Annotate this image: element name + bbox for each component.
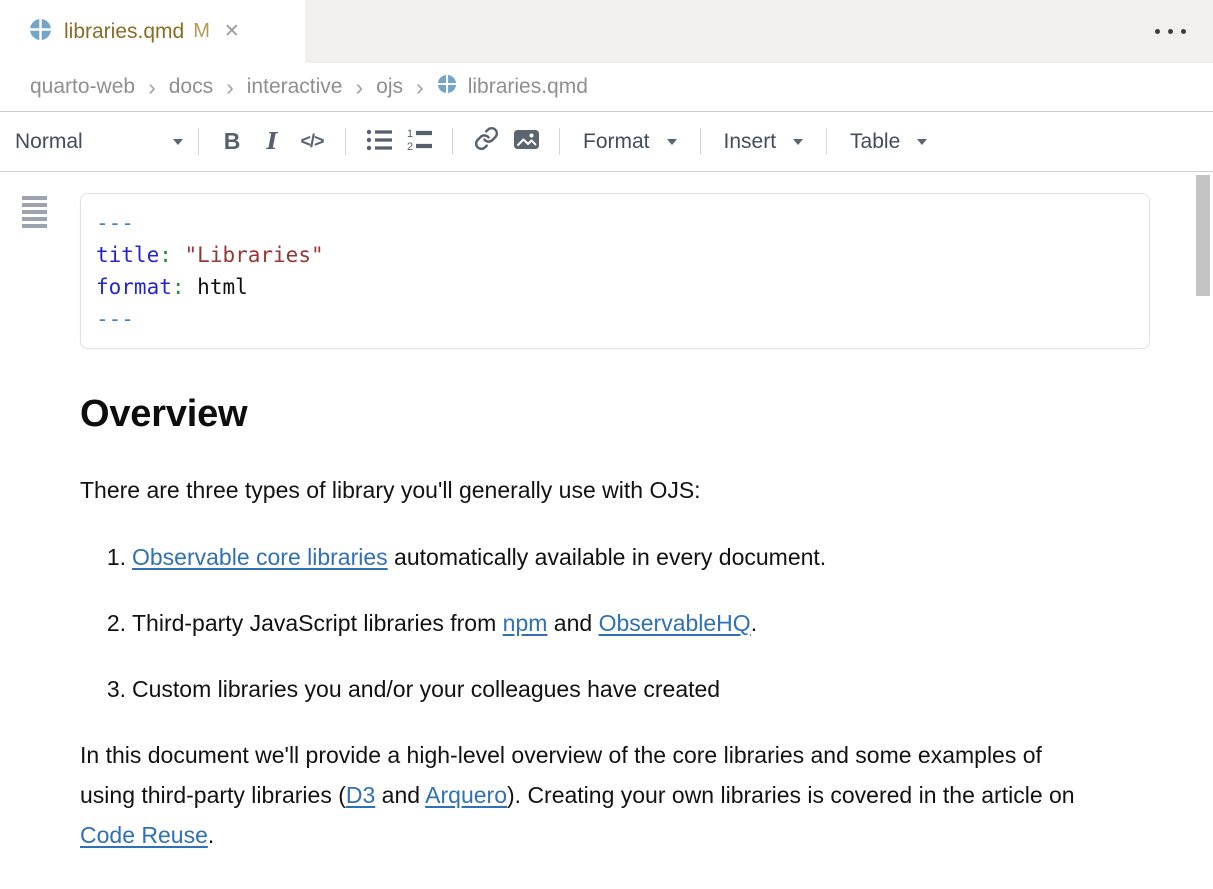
breadcrumb-item-docs[interactable]: docs (169, 75, 213, 99)
quarto-logo-icon (437, 74, 457, 100)
list-item: 3.Custom libraries you and/or your colle… (80, 669, 1150, 709)
code-token (185, 275, 198, 299)
code-line: title: "Libraries" (96, 239, 1134, 271)
breadcrumb-item-interactive[interactable]: interactive (247, 75, 343, 99)
code-line: --- (96, 207, 1134, 239)
list-item-number: 2. (100, 603, 126, 643)
code-token: format (96, 275, 172, 299)
code-token: html (197, 275, 248, 299)
code-token (172, 243, 185, 267)
tab-title: libraries.qmd (64, 20, 184, 44)
code-button[interactable]: </> (292, 123, 332, 161)
more-options-icon[interactable] (1155, 29, 1186, 34)
toolbar-divider (345, 128, 346, 155)
code-line: --- (96, 303, 1134, 335)
document-body: ---title: "Libraries"format: html--- Ove… (80, 193, 1150, 878)
paragraph-style-select[interactable]: Normal (13, 126, 185, 158)
section-heading: Overview (80, 393, 1150, 436)
format-menu-label: Format (583, 130, 650, 154)
breadcrumb-current-label: libraries.qmd (468, 75, 588, 99)
code-line: format: html (96, 271, 1134, 303)
chevron-right-icon: › (416, 74, 424, 101)
intro-paragraph: There are three types of library you'll … (80, 470, 1150, 510)
text-segment: ). Creating your own libraries is covere… (507, 782, 1075, 808)
numbered-list-button[interactable]: 1 2 (399, 123, 439, 161)
tab-libraries-qmd[interactable]: libraries.qmd M ✕ (0, 0, 305, 63)
link-button[interactable] (466, 123, 506, 161)
bullet-list-button[interactable] (359, 123, 399, 161)
doc-link[interactable]: Code Reuse (80, 822, 208, 848)
numbered-list-icon: 1 2 (406, 127, 433, 157)
toolbar-divider (198, 128, 199, 155)
doc-link[interactable]: ObservableHQ (599, 610, 751, 636)
chevron-right-icon: › (148, 74, 156, 101)
text-segment: Third-party JavaScript libraries from (132, 610, 503, 636)
table-menu[interactable]: Table (840, 126, 937, 158)
doc-link[interactable]: npm (503, 610, 548, 636)
vertical-scrollbar-thumb[interactable] (1196, 175, 1210, 296)
list-item: 1.Observable core libraries automaticall… (80, 537, 1150, 577)
breadcrumb-item-quarto-web[interactable]: quarto-web (30, 75, 135, 99)
chevron-right-icon: › (355, 74, 363, 101)
breadcrumb-current-file[interactable]: libraries.qmd (437, 74, 588, 100)
library-type-list: 1.Observable core libraries automaticall… (80, 537, 1150, 709)
chevron-down-icon (173, 139, 183, 145)
quarto-logo-icon (29, 18, 52, 46)
list-item-text: Third-party JavaScript libraries from np… (132, 603, 757, 643)
editor-canvas[interactable]: ---title: "Libraries"format: html--- Ove… (0, 172, 1213, 889)
svg-text:1: 1 (407, 128, 413, 140)
bold-button[interactable]: B (212, 123, 252, 161)
chevron-right-icon: › (226, 74, 234, 101)
list-item-number: 1. (100, 537, 126, 577)
code-token: : (159, 243, 172, 267)
code-token: title (96, 243, 159, 267)
list-item: 2.Third-party JavaScript libraries from … (80, 603, 1150, 643)
block-drag-handle-icon[interactable] (22, 196, 47, 228)
text-segment: and (375, 782, 425, 808)
breadcrumb-item-ojs[interactable]: ojs (376, 75, 403, 99)
list-item-text: Custom libraries you and/or your colleag… (132, 669, 720, 709)
doc-link[interactable]: D3 (346, 782, 375, 808)
toolbar-divider (452, 128, 453, 155)
close-icon[interactable]: ✕ (224, 22, 240, 41)
link-icon (474, 126, 499, 157)
yaml-front-matter-block[interactable]: ---title: "Libraries"format: html--- (80, 193, 1150, 349)
outro-paragraph: In this document we'll provide a high-le… (80, 735, 1092, 855)
toolbar-divider (826, 128, 827, 155)
code-token: : (172, 275, 185, 299)
paragraph-style-value: Normal (15, 130, 83, 154)
insert-menu-label: Insert (724, 130, 777, 154)
doc-link[interactable]: Observable core libraries (132, 544, 388, 570)
tab-bar: libraries.qmd M ✕ (0, 0, 1213, 63)
modified-badge: M (193, 20, 210, 43)
image-button[interactable] (506, 123, 546, 161)
toolbar-divider (559, 128, 560, 155)
svg-text:2: 2 (407, 141, 413, 151)
format-menu[interactable]: Format (573, 126, 687, 158)
text-segment: . (208, 822, 214, 848)
code-token: --- (96, 211, 134, 235)
image-icon (513, 127, 540, 157)
italic-button[interactable]: I (252, 123, 292, 161)
text-segment: and (547, 610, 598, 636)
list-item-text: Observable core libraries automatically … (132, 537, 826, 577)
text-segment: Custom libraries you and/or your colleag… (132, 676, 720, 702)
insert-menu[interactable]: Insert (714, 126, 814, 158)
text-segment: . (751, 610, 757, 636)
table-menu-label: Table (850, 130, 900, 154)
chevron-down-icon (917, 139, 927, 145)
breadcrumb: quarto-web › docs › interactive › ojs › … (0, 63, 1213, 112)
doc-link[interactable]: Arquero (425, 782, 507, 808)
toolbar-divider (700, 128, 701, 155)
code-token: "Libraries" (185, 243, 324, 267)
chevron-down-icon (667, 139, 677, 145)
chevron-down-icon (793, 139, 803, 145)
text-segment: automatically available in every documen… (388, 544, 827, 570)
bullet-list-icon (366, 128, 393, 156)
list-item-number: 3. (100, 669, 126, 709)
code-token: --- (96, 307, 134, 331)
editor-toolbar: Normal B I </> 1 2 (0, 112, 1213, 172)
